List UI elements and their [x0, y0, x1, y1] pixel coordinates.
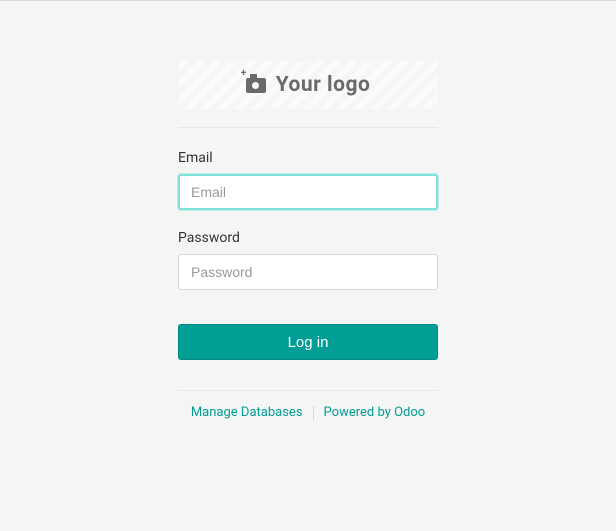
- footer-links: Manage Databases Powered by Odoo: [178, 405, 438, 420]
- password-group: Password: [178, 230, 438, 290]
- manage-databases-link[interactable]: Manage Databases: [181, 405, 313, 420]
- password-input[interactable]: [178, 254, 438, 290]
- divider: [178, 127, 438, 128]
- email-input[interactable]: [178, 174, 438, 210]
- powered-by-link[interactable]: Powered by Odoo: [314, 405, 436, 420]
- password-label: Password: [178, 230, 438, 246]
- divider: [178, 390, 438, 391]
- logo-placeholder-text: Your logo: [276, 73, 371, 97]
- login-button[interactable]: Log in: [178, 324, 438, 360]
- email-group: Email: [178, 150, 438, 210]
- login-card: + Your logo Email Password Log in Manage…: [178, 61, 438, 420]
- email-label: Email: [178, 150, 438, 166]
- logo-placeholder[interactable]: + Your logo: [178, 61, 438, 109]
- camera-add-icon: +: [246, 78, 266, 93]
